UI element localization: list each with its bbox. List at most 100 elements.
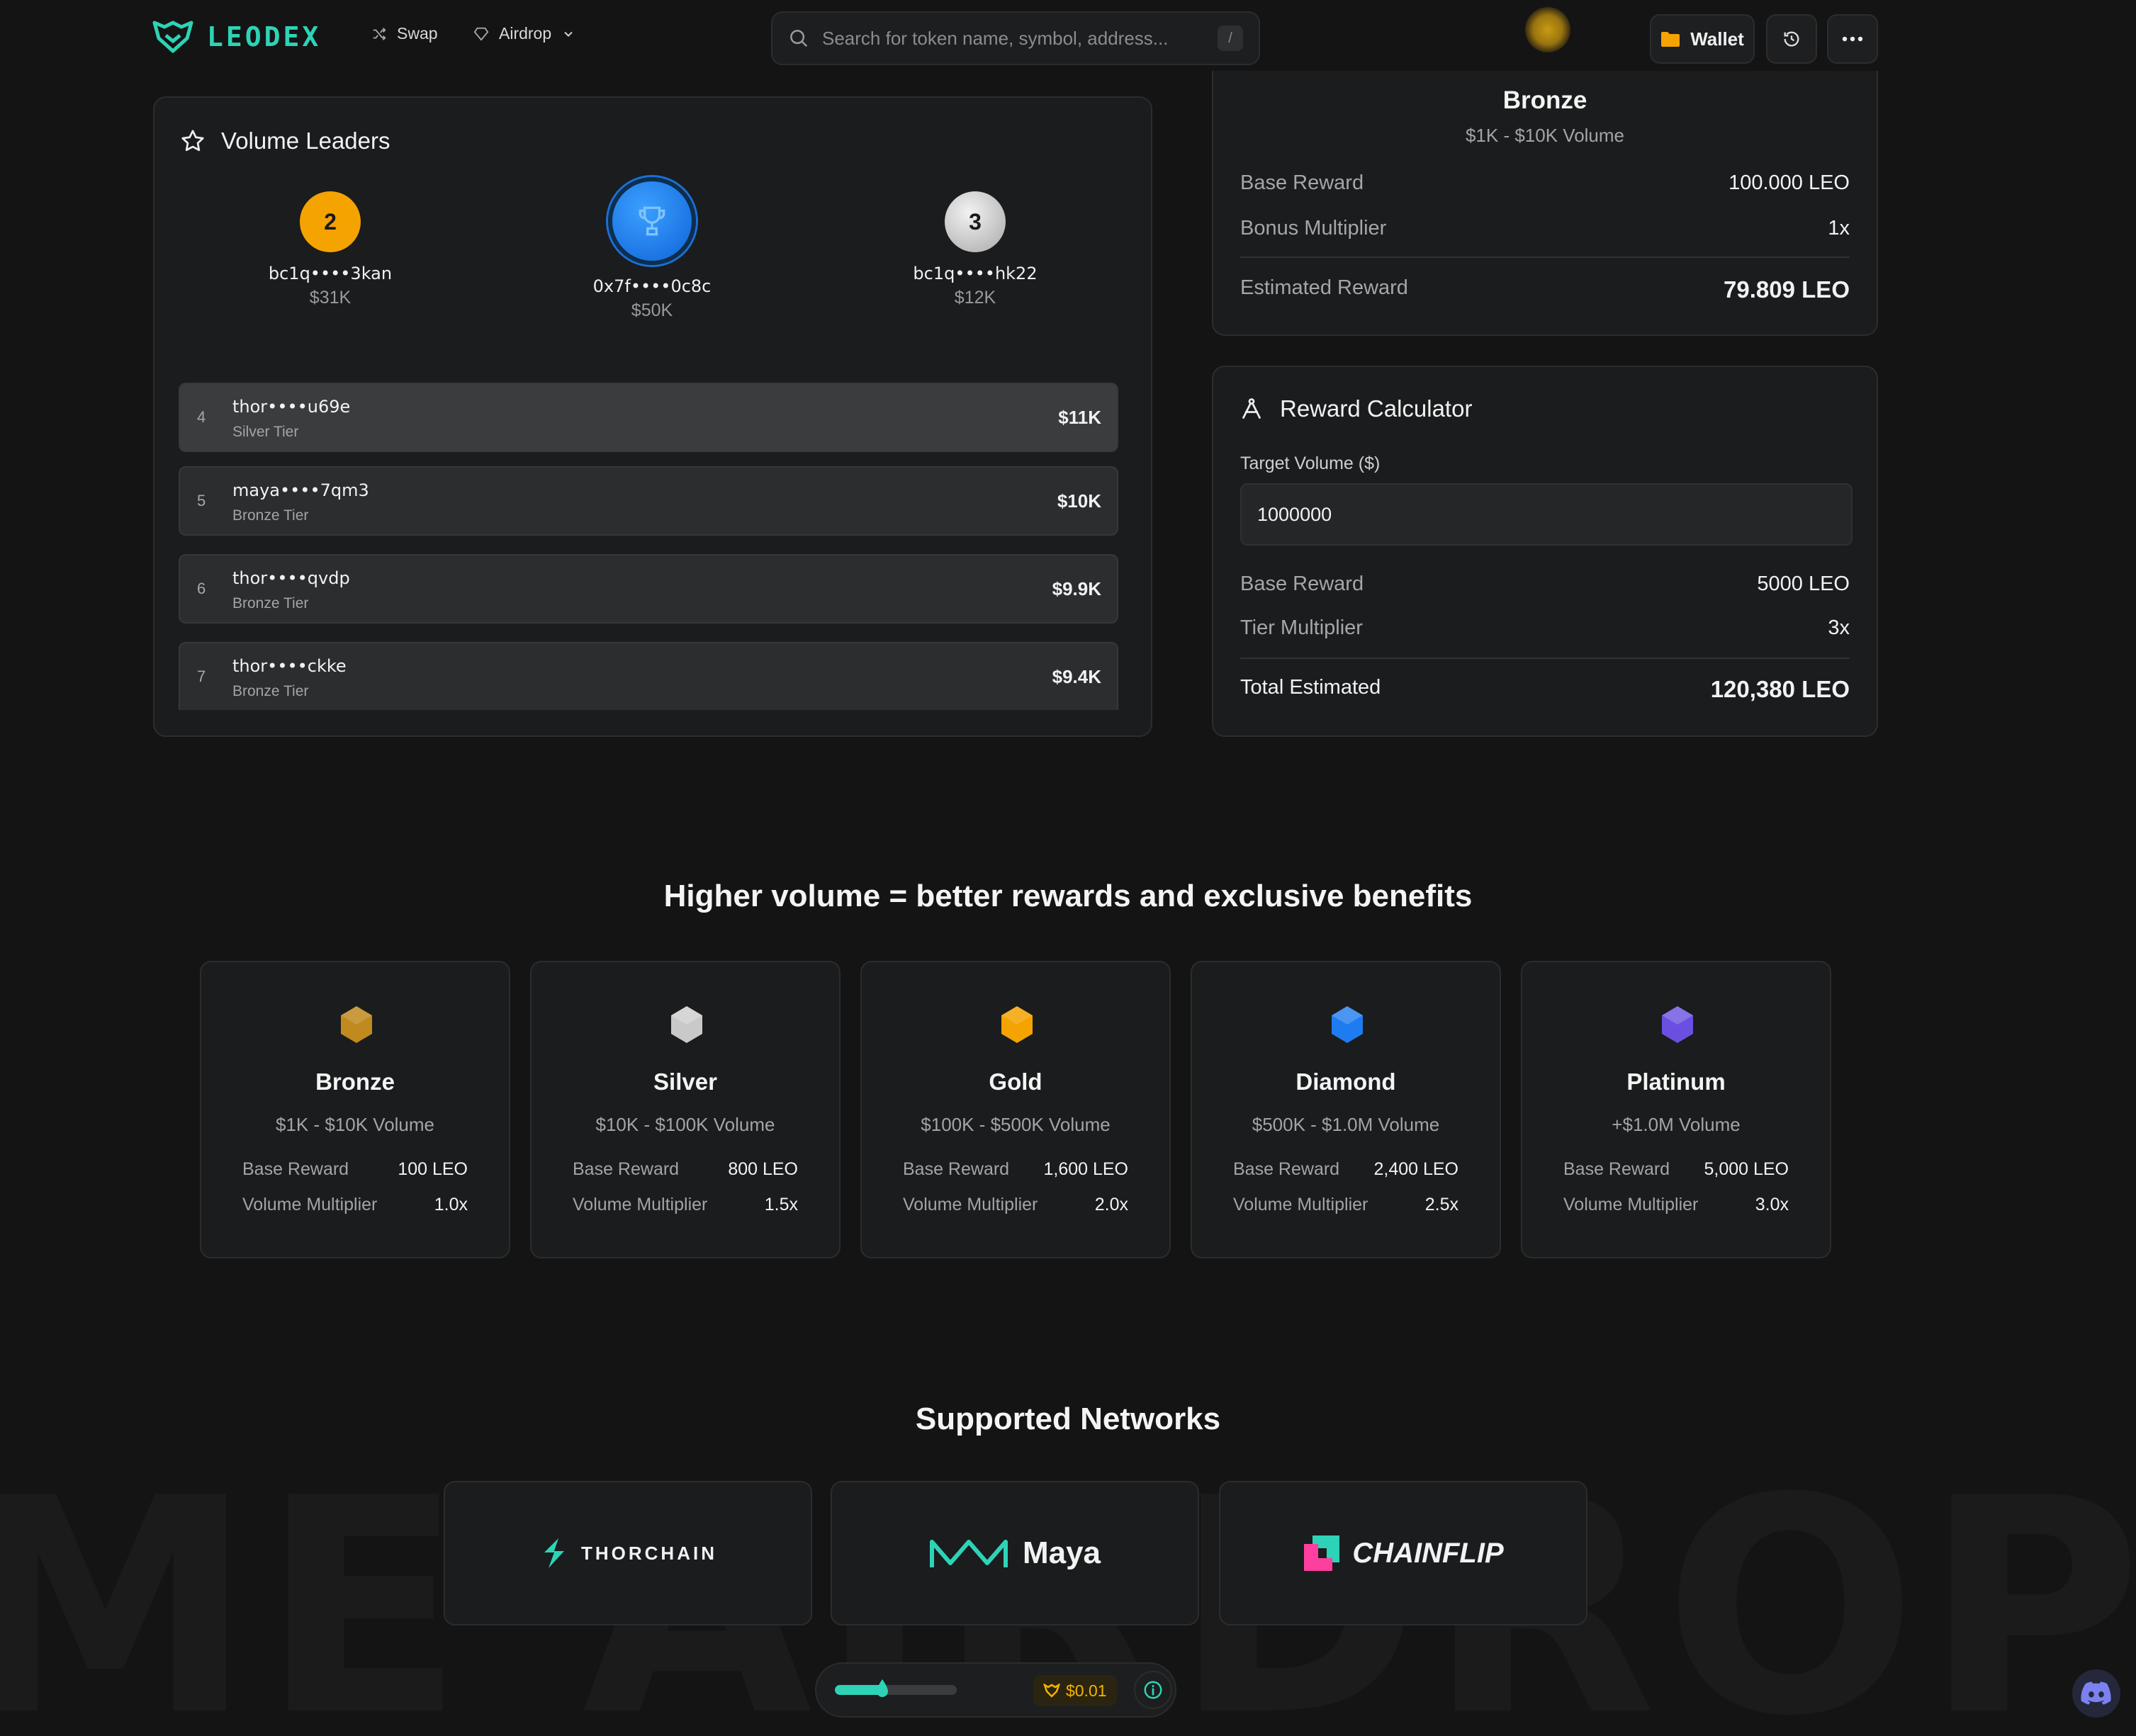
row-volume: $11K [1058,407,1101,428]
divider [1240,257,1850,258]
chainflip-label: CHAINFLIP [1352,1537,1504,1569]
volume-leaders-header: Volume Leaders [180,128,390,154]
tier-name: Bronze [315,1069,395,1095]
star-icon [181,130,204,152]
podium-first[interactable]: 0x7f••••0c8c $50K [560,177,744,321]
calc-base-reward-value: 5000 LEO [1757,573,1850,595]
row-tier: Bronze Tier [232,595,309,611]
tier-base-reward-row: Base Reward 800 LEO [573,1159,798,1180]
reward-calculator-panel: Reward Calculator Target Volume ($) 1000… [1212,366,1878,737]
tier-multiplier-label: Volume Multiplier [1563,1195,1699,1214]
bonus-multiplier-label: Bonus Multiplier [1240,217,1387,239]
info-button[interactable] [1134,1671,1172,1709]
table-row[interactable]: 6 thor••••qvdp Bronze Tier $9.9K [179,554,1118,624]
network-thorchain[interactable]: THORCHAIN [444,1481,812,1625]
row-address: maya••••7qm3 [232,480,369,500]
table-row[interactable]: 7 thor••••ckke Bronze Tier $9.4K [179,642,1118,710]
base-reward-value: 100.000 LEO [1729,171,1850,194]
base-reward-label: Base Reward [1240,171,1364,194]
tier-multiplier-value: 1.0x [434,1195,468,1214]
price-badge[interactable]: $0.01 [1033,1675,1117,1706]
podium-volume: $12K [954,288,996,308]
network-maya[interactable]: Maya [831,1481,1199,1625]
target-volume-label: Target Volume ($) [1240,453,1381,473]
tier-range: $500K - $1.0M Volume [1252,1114,1440,1135]
table-row[interactable]: 4 thor••••u69e Silver Tier $11K [179,383,1118,452]
calc-base-reward-row: Base Reward 5000 LEO [1240,573,1850,596]
current-tier-range: $1K - $10K Volume [1465,125,1625,146]
tier-multiplier-label: Volume Multiplier [903,1195,1038,1214]
thorchain-logo-icon [544,1538,564,1568]
row-rank: 7 [197,667,206,685]
tier-base-reward-label: Base Reward [1563,1159,1670,1179]
base-reward-row: Base Reward 100.000 LEO [1240,171,1850,195]
tier-card-diamond[interactable]: Diamond $500K - $1.0M Volume Base Reward… [1191,961,1501,1258]
compass-icon [1242,398,1261,419]
chainflip-logo-icon [1304,1535,1340,1571]
estimated-reward-label: Estimated Reward [1240,276,1408,299]
row-address: thor••••ckke [232,656,347,676]
volume-leaders-title: Volume Leaders [221,128,390,154]
tier-base-reward-row: Base Reward 2,400 LEO [1233,1159,1458,1180]
sun-icon[interactable] [1525,7,1570,52]
search-bar[interactable]: Search for token name, symbol, address..… [771,11,1260,65]
row-volume: $9.4K [1052,666,1101,687]
hexagon-diamond-icon [1332,1006,1363,1043]
leodex-small-icon [1043,1684,1060,1698]
tier-multiplier-value: 2.5x [1424,1195,1458,1214]
tier-multiplier-row: Volume Multiplier 3.0x [1563,1195,1789,1215]
history-button[interactable] [1766,14,1817,64]
podium-second[interactable]: 2 bc1q••••3kan $31K [238,191,422,308]
more-button[interactable] [1827,14,1878,64]
tier-name: Gold [989,1069,1042,1095]
wallet-button[interactable]: Wallet [1650,14,1755,64]
maya-label: Maya [1022,1535,1101,1570]
calculator-header: Reward Calculator [1239,395,1472,422]
discord-icon [2081,1681,2111,1705]
more-icon [1842,36,1863,42]
rank-1-medal [608,177,696,265]
total-estimated-label: Total Estimated [1240,676,1381,699]
search-icon [790,30,808,47]
tier-multiplier-row: Volume Multiplier 1.0x [242,1195,468,1215]
tier-multiplier-label: Volume Multiplier [242,1195,378,1214]
tier-range: $1K - $10K Volume [275,1114,435,1135]
total-estimated-row: Total Estimated 120,380 LEO [1240,676,1850,703]
tier-multiplier-row: Tier Multiplier 3x [1240,616,1850,640]
chevron-down-icon [564,31,573,37]
tier-base-reward-value: 800 LEO [728,1159,798,1179]
podium-third[interactable]: 3 bc1q••••hk22 $12K [883,191,1067,308]
target-volume-input[interactable]: 1000000 [1240,483,1853,546]
tier-card-bronze[interactable]: Bronze $1K - $10K Volume Base Reward 100… [200,961,510,1258]
logo[interactable]: LEODEX [152,20,321,54]
row-rank: 4 [197,408,206,426]
rank-2-medal: 2 [300,191,361,252]
bonus-multiplier-value: 1x [1828,217,1850,239]
row-tier: Bronze Tier [232,683,309,699]
hexagon-platinum-icon [1662,1006,1693,1043]
discord-button[interactable] [2072,1669,2120,1718]
nav-swap-label: Swap [397,24,438,43]
tier-multiplier-row: Volume Multiplier 1.5x [573,1195,798,1215]
tier-card-silver[interactable]: Silver $10K - $100K Volume Base Reward 8… [530,961,841,1258]
calc-base-reward-label: Base Reward [1240,573,1364,595]
droplet-icon [877,1679,888,1697]
tier-card-platinum[interactable]: Platinum +$1.0M Volume Base Reward 5,000… [1521,961,1831,1258]
row-tier: Silver Tier [232,424,299,440]
network-chainflip[interactable]: CHAINFLIP [1219,1481,1587,1625]
tier-card-gold[interactable]: Gold $100K - $500K Volume Base Reward 1,… [860,961,1171,1258]
tier-multiplier-value: 3.0x [1755,1195,1789,1214]
podium-address: bc1q••••3kan [268,264,393,283]
history-icon [1784,31,1799,47]
tier-multiplier-value: 3x [1828,616,1850,639]
tier-range: +$1.0M Volume [1612,1114,1741,1135]
nav-airdrop[interactable]: Airdrop [473,24,575,43]
tier-name: Diamond [1295,1069,1396,1095]
nav-swap[interactable]: Swap [371,24,438,43]
wallet-label: Wallet [1690,28,1744,50]
current-tier-panel: Bronze $1K - $10K Volume Base Reward 100… [1212,71,1878,336]
total-estimated-value: 120,380 LEO [1710,676,1850,702]
table-row[interactable]: 5 maya••••7qm3 Bronze Tier $10K [179,466,1118,536]
tier-base-reward-row: Base Reward 5,000 LEO [1563,1159,1789,1180]
row-address: thor••••u69e [232,397,351,417]
